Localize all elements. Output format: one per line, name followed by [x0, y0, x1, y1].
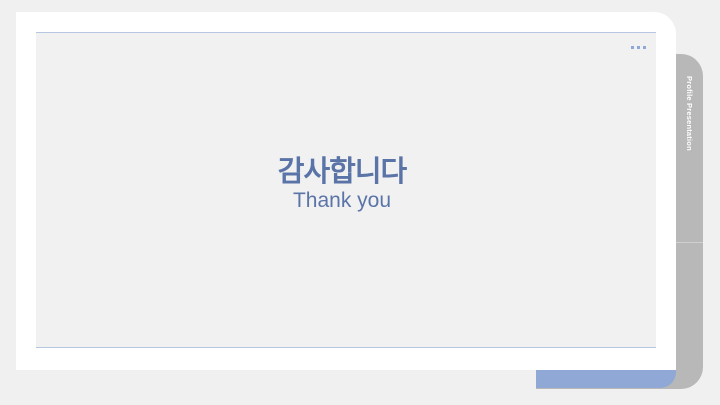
accent-bar [536, 369, 676, 388]
slide-title-korean: 감사합니다 [277, 154, 407, 188]
slide-title-english: Thank you [292, 189, 392, 212]
side-tab-label-container[interactable]: Profile Presentation [676, 54, 703, 242]
side-tab-divider [676, 242, 703, 243]
side-tab-label: Profile Presentation [685, 76, 694, 151]
more-dots-icon [631, 46, 646, 49]
